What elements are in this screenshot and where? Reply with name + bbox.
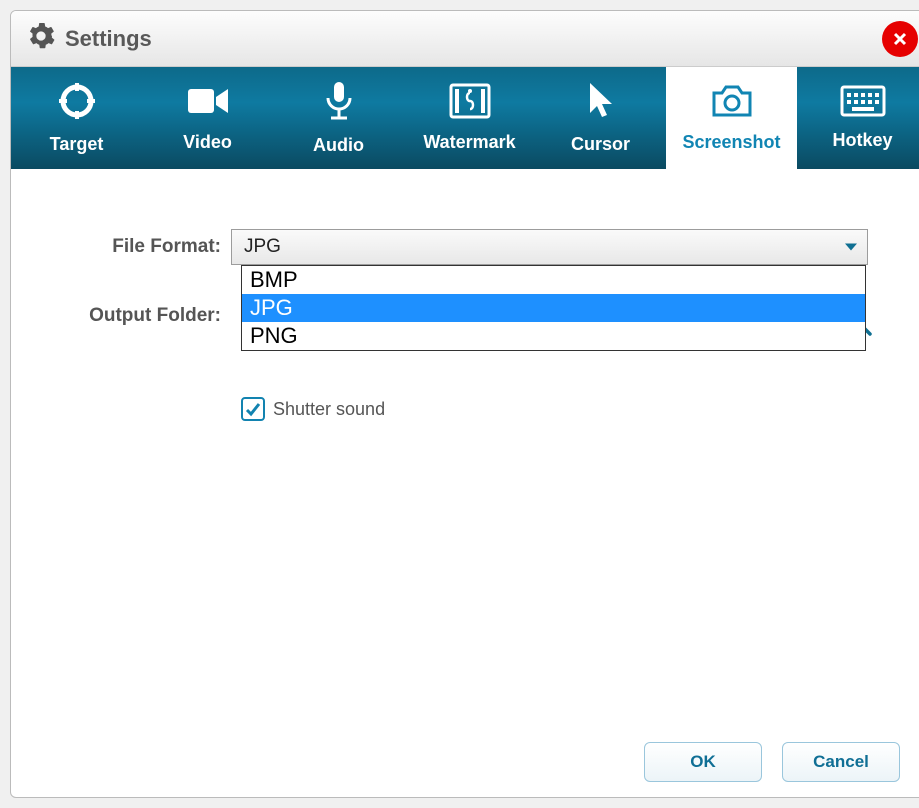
tab-label: Watermark: [423, 132, 515, 153]
window-title: Settings: [65, 26, 152, 52]
shutter-sound-checkbox[interactable]: [241, 397, 265, 421]
file-format-label: File Format:: [71, 236, 231, 258]
tab-label: Screenshot: [682, 132, 780, 153]
file-format-combo[interactable]: JPG: [231, 229, 868, 265]
file-format-row: File Format: JPG BMP JPG PNG: [71, 229, 868, 265]
cursor-icon: [586, 81, 616, 126]
tab-screenshot[interactable]: Screenshot: [666, 67, 797, 169]
close-button[interactable]: [882, 21, 918, 57]
tab-label: Audio: [313, 135, 364, 156]
keyboard-icon: [840, 85, 886, 122]
file-format-dropdown: BMP JPG PNG: [241, 265, 866, 351]
shutter-sound-row: Shutter sound: [241, 397, 868, 421]
tab-target[interactable]: Target: [11, 67, 142, 169]
close-icon: [891, 30, 909, 48]
check-icon: [244, 400, 262, 418]
tab-audio[interactable]: Audio: [273, 67, 404, 169]
tab-video[interactable]: Video: [142, 67, 273, 169]
dropdown-option-png[interactable]: PNG: [242, 322, 865, 350]
tab-label: Target: [50, 134, 104, 155]
tab-label: Cursor: [571, 134, 630, 155]
target-icon: [57, 81, 97, 126]
mic-icon: [321, 80, 357, 127]
settings-window: Settings Target Video Audio Watermark Cu…: [10, 10, 919, 798]
watermark-icon: [449, 83, 491, 124]
dropdown-option-bmp[interactable]: BMP: [242, 266, 865, 294]
tab-label: Hotkey: [832, 130, 892, 151]
tab-bar: Target Video Audio Watermark Cursor Scre…: [11, 67, 919, 169]
gear-icon: [27, 22, 55, 55]
cancel-button[interactable]: Cancel: [782, 742, 900, 782]
output-folder-label: Output Folder:: [71, 305, 231, 327]
footer: OK Cancel: [11, 727, 919, 797]
ok-button[interactable]: OK: [644, 742, 762, 782]
camera-icon: [710, 83, 754, 124]
tab-label: Video: [183, 132, 232, 153]
tab-hotkey[interactable]: Hotkey: [797, 67, 919, 169]
tab-cursor[interactable]: Cursor: [535, 67, 666, 169]
shutter-sound-label: Shutter sound: [273, 399, 385, 420]
dropdown-option-jpg[interactable]: JPG: [242, 294, 865, 322]
chevron-down-icon: [845, 244, 857, 251]
title-bar: Settings: [11, 11, 919, 67]
content-pane: File Format: JPG BMP JPG PNG Output Fold…: [11, 169, 919, 727]
video-icon: [186, 83, 230, 124]
file-format-selected: JPG: [244, 236, 281, 258]
tab-watermark[interactable]: Watermark: [404, 67, 535, 169]
